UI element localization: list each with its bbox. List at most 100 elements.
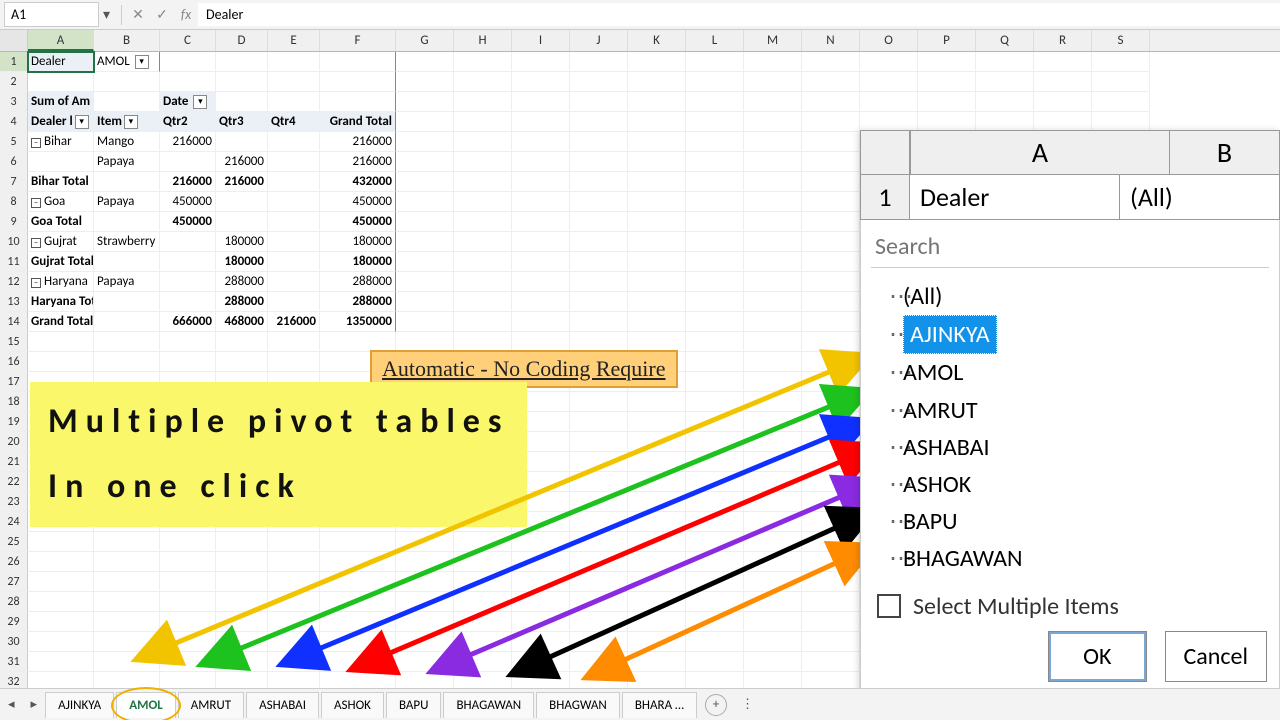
cell-I15[interactable]: [512, 332, 570, 352]
cell-K27[interactable]: [628, 572, 686, 592]
cell-N10[interactable]: [802, 232, 860, 252]
row-header-9[interactable]: 9: [0, 212, 28, 232]
cell-D13[interactable]: 288000: [216, 292, 268, 312]
row-header-22[interactable]: 22: [0, 472, 28, 492]
cell-B3[interactable]: [94, 92, 160, 112]
cell-D29[interactable]: [216, 612, 268, 632]
cell-M4[interactable]: [744, 112, 802, 132]
cell-D2[interactable]: [216, 72, 268, 92]
cell-B2[interactable]: [94, 72, 160, 92]
cell-C15[interactable]: [160, 332, 216, 352]
filter-dropdown-icon[interactable]: ▾: [135, 55, 149, 69]
row-header-24[interactable]: 24: [0, 512, 28, 532]
cell-J29[interactable]: [570, 612, 628, 632]
cell-L20[interactable]: [686, 432, 744, 452]
cell-K23[interactable]: [628, 492, 686, 512]
cell-E25[interactable]: [268, 532, 320, 552]
cell-N1[interactable]: [802, 52, 860, 72]
cell-M19[interactable]: [744, 412, 802, 432]
cell-M12[interactable]: [744, 272, 802, 292]
select-all-corner[interactable]: [0, 30, 28, 51]
cell-L24[interactable]: [686, 512, 744, 532]
cell-L7[interactable]: [686, 172, 744, 192]
cell-F3[interactable]: [320, 92, 396, 112]
fp-row-1[interactable]: 1: [860, 175, 910, 220]
cell-J1[interactable]: [570, 52, 628, 72]
cell-C9[interactable]: 450000: [160, 212, 216, 232]
cell-B14[interactable]: [94, 312, 160, 332]
row-header-17[interactable]: 17: [0, 372, 28, 392]
sheet-tab-ashok[interactable]: ASHOK: [321, 692, 384, 718]
cell-A3[interactable]: Sum of Am: [28, 92, 94, 112]
cell-B12[interactable]: Papaya: [94, 272, 160, 292]
cell-N7[interactable]: [802, 172, 860, 192]
cell-G26[interactable]: [396, 552, 454, 572]
cell-A6[interactable]: [28, 152, 94, 172]
cell-J8[interactable]: [570, 192, 628, 212]
cell-M7[interactable]: [744, 172, 802, 192]
cell-M5[interactable]: [744, 132, 802, 152]
cell-B26[interactable]: [94, 552, 160, 572]
cell-K31[interactable]: [628, 652, 686, 672]
cell-F27[interactable]: [320, 572, 396, 592]
cell-G5[interactable]: [396, 132, 454, 152]
cell-K10[interactable]: [628, 232, 686, 252]
dealer-filter-icon[interactable]: ▾: [75, 115, 89, 129]
cell-L5[interactable]: [686, 132, 744, 152]
cell-I12[interactable]: [512, 272, 570, 292]
cell-A25[interactable]: [28, 532, 94, 552]
row-header-30[interactable]: 30: [0, 632, 28, 652]
col-header-R[interactable]: R: [1034, 30, 1092, 51]
cell-H7[interactable]: [454, 172, 512, 192]
cell-D25[interactable]: [216, 532, 268, 552]
cell-B15[interactable]: [94, 332, 160, 352]
tab-nav-next-icon[interactable]: ▸: [23, 697, 46, 712]
cell-K9[interactable]: [628, 212, 686, 232]
cell-K25[interactable]: [628, 532, 686, 552]
cell-C12[interactable]: [160, 272, 216, 292]
cell-R2[interactable]: [1034, 72, 1092, 92]
cell-N5[interactable]: [802, 132, 860, 152]
cell-M10[interactable]: [744, 232, 802, 252]
fp-col-B[interactable]: B: [1170, 130, 1280, 175]
cell-M20[interactable]: [744, 432, 802, 452]
cell-N8[interactable]: [802, 192, 860, 212]
cell-A5[interactable]: −Bihar: [28, 132, 94, 152]
cell-J28[interactable]: [570, 592, 628, 612]
col-header-N[interactable]: N: [802, 30, 860, 51]
cell-J31[interactable]: [570, 652, 628, 672]
cell-G11[interactable]: [396, 252, 454, 272]
cell-I2[interactable]: [512, 72, 570, 92]
tab-nav-prev-icon[interactable]: ◂: [0, 697, 23, 712]
collapse-icon[interactable]: −: [31, 198, 41, 208]
tab-overflow-icon[interactable]: ⋮: [733, 697, 762, 712]
filter-item-bhagawan[interactable]: ⋯BHAGAWAN: [889, 540, 1269, 577]
cell-B5[interactable]: Mango: [94, 132, 160, 152]
cell-E28[interactable]: [268, 592, 320, 612]
cell-A26[interactable]: [28, 552, 94, 572]
ok-button[interactable]: OK: [1048, 631, 1146, 682]
cell-J26[interactable]: [570, 552, 628, 572]
cell-M28[interactable]: [744, 592, 802, 612]
cell-K21[interactable]: [628, 452, 686, 472]
filter-item-amol[interactable]: ⋯AMOL: [889, 354, 1269, 391]
sheet-tab-amrut[interactable]: AMRUT: [178, 692, 244, 718]
cell-I10[interactable]: [512, 232, 570, 252]
cell-C27[interactable]: [160, 572, 216, 592]
cell-L30[interactable]: [686, 632, 744, 652]
col-header-J[interactable]: J: [570, 30, 628, 51]
cell-N28[interactable]: [802, 592, 860, 612]
cell-N2[interactable]: [802, 72, 860, 92]
row-header-14[interactable]: 14: [0, 312, 28, 332]
cell-L9[interactable]: [686, 212, 744, 232]
filter-item-bapu[interactable]: ⋯BAPU: [889, 503, 1269, 540]
cell-L16[interactable]: [686, 352, 744, 372]
cell-L15[interactable]: [686, 332, 744, 352]
cell-C13[interactable]: [160, 292, 216, 312]
cell-J2[interactable]: [570, 72, 628, 92]
cell-L31[interactable]: [686, 652, 744, 672]
cell-L3[interactable]: [686, 92, 744, 112]
cell-H8[interactable]: [454, 192, 512, 212]
cell-N14[interactable]: [802, 312, 860, 332]
row-header-21[interactable]: 21: [0, 452, 28, 472]
